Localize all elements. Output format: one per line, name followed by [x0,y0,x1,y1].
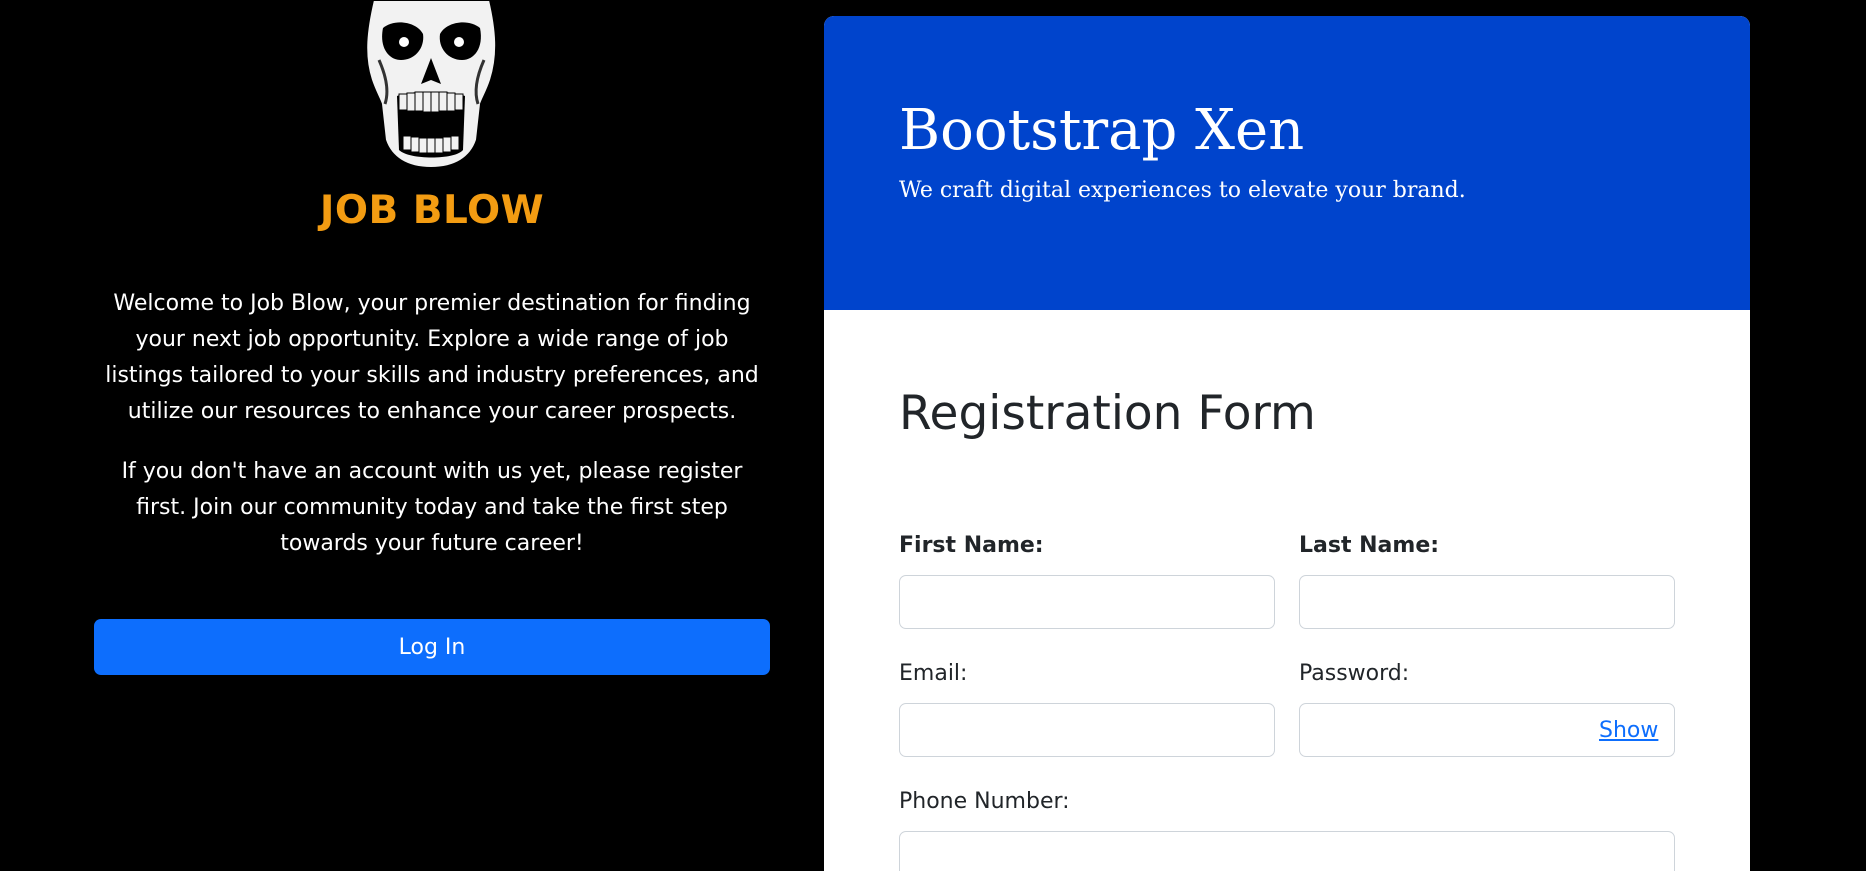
show-password-link[interactable]: Show [1599,716,1658,746]
card-header-subtitle: We craft digital experiences to elevate … [899,178,1466,203]
email-input[interactable] [899,703,1275,757]
email-label: Email: [899,661,968,686]
first-name-label: First Name: [899,533,1044,558]
login-button[interactable]: Log In [94,619,770,675]
password-label: Password: [1299,661,1410,686]
last-name-label: Last Name: [1299,533,1440,558]
phone-input[interactable] [899,831,1675,871]
left-panel: JOB BLOW Welcome to Job Blow, your premi… [94,0,770,871]
card-header: Bootstrap Xen We craft digital experienc… [824,16,1750,310]
skull-logo-icon [365,0,498,170]
phone-label: Phone Number: [899,789,1070,814]
form-title: Registration Form [899,386,1316,441]
register-prompt-text: If you don't have an account with us yet… [121,459,743,556]
first-name-input[interactable] [899,575,1275,629]
last-name-input[interactable] [1299,575,1675,629]
brand-title: JOB BLOW [319,188,545,233]
registration-card: Bootstrap Xen We craft digital experienc… [824,16,1750,871]
intro-text: Welcome to Job Blow, your premier destin… [105,291,759,424]
card-header-title: Bootstrap Xen [899,98,1305,163]
